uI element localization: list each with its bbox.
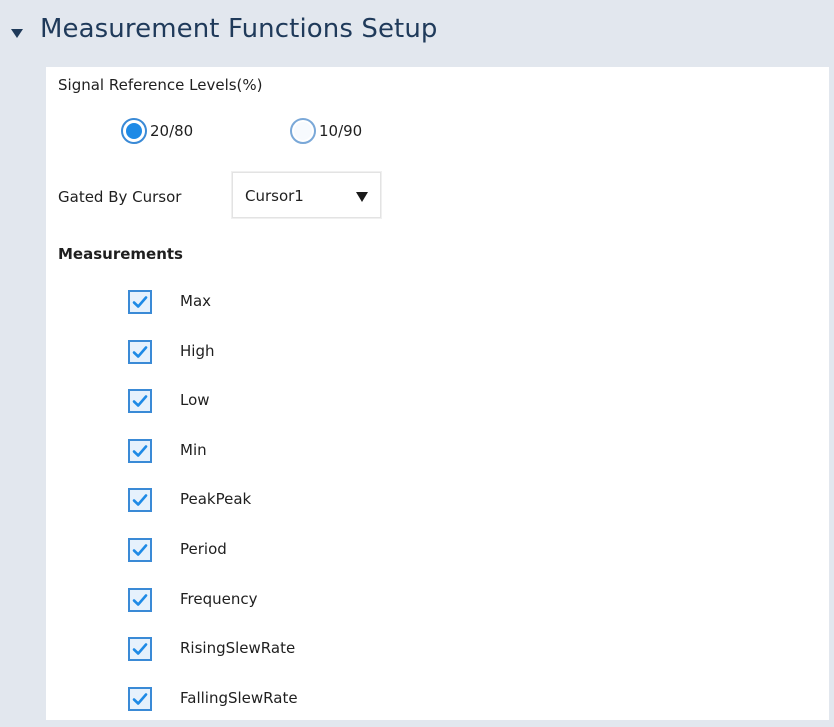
- triangle-down-icon[interactable]: [11, 29, 23, 38]
- measurement-item-frequency[interactable]: Frequency: [128, 587, 258, 613]
- dropdown-arrow-icon: [356, 192, 368, 202]
- measurement-item-low[interactable]: Low: [128, 388, 210, 414]
- measurement-label: Min: [180, 441, 207, 459]
- checkbox-checked-icon[interactable]: [128, 290, 152, 314]
- measurement-item-period[interactable]: Period: [128, 537, 227, 563]
- radio-selected-icon[interactable]: [121, 118, 147, 144]
- measurement-item-high[interactable]: High: [128, 339, 214, 365]
- measurement-label: High: [180, 342, 215, 360]
- measurements-heading: Measurements: [58, 245, 183, 263]
- section-title: Measurement Functions Setup: [40, 14, 438, 44]
- measurement-label: Max: [180, 292, 212, 310]
- section-header-measurement-functions[interactable]: Measurement Functions Setup: [0, 0, 834, 66]
- checkbox-checked-icon[interactable]: [128, 687, 152, 711]
- gated-by-cursor-dropdown[interactable]: Cursor1: [232, 172, 381, 218]
- measurement-label: PeakPeak: [180, 490, 252, 508]
- measurement-functions-panel: Signal Reference Levels(%) 20/80 10/90 G…: [46, 67, 829, 720]
- measurement-label: RisingSlewRate: [180, 639, 296, 657]
- radio-option-20-80[interactable]: 20/80: [121, 115, 193, 147]
- checkbox-checked-icon[interactable]: [128, 538, 152, 562]
- checkbox-checked-icon[interactable]: [128, 439, 152, 463]
- measurement-item-min[interactable]: Min: [128, 438, 207, 464]
- measurement-item-risingslewrate[interactable]: RisingSlewRate: [128, 636, 295, 662]
- checkbox-checked-icon[interactable]: [128, 637, 152, 661]
- measurement-label: Period: [180, 540, 227, 558]
- measurement-label: FallingSlewRate: [180, 689, 298, 707]
- checkbox-checked-icon[interactable]: [128, 488, 152, 512]
- checkbox-checked-icon[interactable]: [128, 340, 152, 364]
- dropdown-selected-value: Cursor1: [245, 187, 304, 205]
- radio-label-20-80: 20/80: [150, 122, 194, 140]
- measurement-item-max[interactable]: Max: [128, 289, 211, 315]
- gated-by-cursor-label: Gated By Cursor: [58, 188, 182, 206]
- radio-label-10-90: 10/90: [319, 122, 363, 140]
- signal-reference-levels-label: Signal Reference Levels(%): [58, 76, 263, 94]
- checkbox-checked-icon[interactable]: [128, 588, 152, 612]
- radio-unselected-icon[interactable]: [290, 118, 316, 144]
- measurement-item-peakpeak[interactable]: PeakPeak: [128, 487, 251, 513]
- checkbox-checked-icon[interactable]: [128, 389, 152, 413]
- measurement-label: Low: [180, 391, 210, 409]
- radio-option-10-90[interactable]: 10/90: [290, 115, 362, 147]
- measurement-item-fallingslewrate[interactable]: FallingSlewRate: [128, 686, 298, 712]
- measurement-label: Frequency: [180, 590, 258, 608]
